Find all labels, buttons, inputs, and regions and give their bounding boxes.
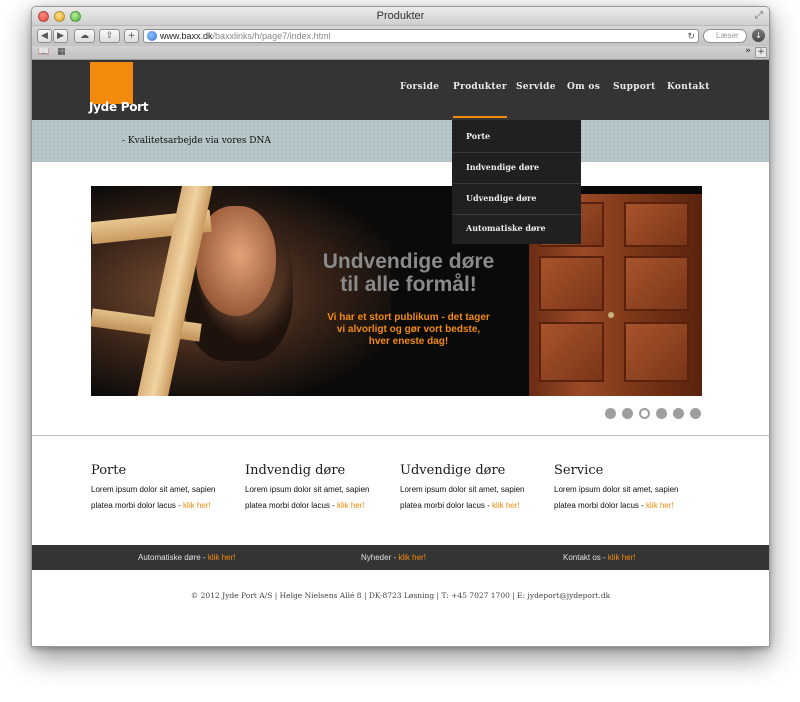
footer-link-nyheder: Nyheder - klik her! (361, 553, 426, 562)
grid-icon[interactable]: ▦ (57, 47, 66, 57)
tagline-band: - Kvalitetsarbejde via vores DNA (32, 120, 769, 162)
nav-servide[interactable]: Servide (516, 82, 556, 92)
column-text: Lorem ipsum dolor sit amet, sapien platea… (245, 482, 395, 514)
new-tab-button[interactable]: + (124, 29, 139, 43)
column-text: Lorem ipsum dolor sit amet, sapien platea… (400, 482, 550, 514)
door-knob (608, 312, 614, 318)
column-title: Service (554, 463, 604, 478)
column-line: platea morbi dolor lacus - (245, 501, 338, 510)
forward-button[interactable]: ▶ (53, 29, 68, 43)
door-panel (539, 256, 604, 311)
share-icon[interactable]: ⇪ (99, 29, 120, 43)
browser-window: Produkter ⤢ ◀ ▶ ☁ ⇪ + www.baxx.dk/baxxli… (31, 6, 770, 647)
section-divider (32, 435, 769, 436)
nav-produkter[interactable]: Produkter (453, 82, 507, 118)
footer-link-automatiske: Automatiske døre - klik her! (138, 553, 235, 562)
window-title: Produkter (376, 10, 425, 22)
tagline: - Kvalitetsarbejde via vores DNA (122, 136, 271, 146)
icloud-icon[interactable]: ☁ (74, 29, 95, 43)
hero-subtext-line: Vi har et stort publikum - det tager (327, 312, 490, 323)
downloads-icon[interactable]: ↓ (752, 29, 765, 42)
klik-her-link[interactable]: klik her! (492, 501, 520, 510)
column-title: Porte (91, 463, 127, 478)
slider-dot-active[interactable] (639, 408, 650, 419)
back-button[interactable]: ◀ (37, 29, 52, 43)
column-line: Lorem ipsum dolor sit amet, sapien (554, 485, 679, 494)
nav-support[interactable]: Support (613, 82, 656, 92)
klik-her-link[interactable]: klik her! (337, 501, 365, 510)
slider-dots (605, 408, 701, 419)
column-line: Lorem ipsum dolor sit amet, sapien (400, 485, 525, 494)
reload-icon[interactable]: ↻ (687, 30, 695, 42)
book-icon[interactable]: 📖 (38, 47, 49, 57)
url-path: /baxxlinks/h/page7/index.html (212, 31, 331, 41)
site-header: Jyde Port Forside Produkter Servide Om o… (32, 60, 769, 120)
column-title: Udvendige døre (400, 463, 506, 478)
klik-her-link[interactable]: klik her! (398, 553, 426, 562)
hero-subtext: Vi har et stort publikum - det tager vi … (296, 312, 521, 348)
reader-button[interactable]: Læser (703, 29, 747, 43)
add-bookmark-button[interactable]: + (755, 47, 767, 58)
feature-column-udvendige: Udvendige døre Lorem ipsum dolor sit ame… (400, 463, 550, 514)
door-panel (539, 322, 604, 382)
klik-her-link[interactable]: klik her! (646, 501, 674, 510)
bookmarks-bar: 📖 ▦ » + (32, 46, 769, 60)
hero-headline-line: Undvendige døre (322, 250, 495, 273)
feature-column-indvendig: Indvendig døre Lorem ipsum dolor sit ame… (245, 463, 395, 514)
hero-headline: Undvendige døre til alle formål! (286, 250, 531, 296)
footer-link-label: Nyheder - (361, 553, 399, 562)
dropdown-item-indvendige[interactable]: Indvendige døre (466, 162, 539, 172)
column-text: Lorem ipsum dolor sit amet, sapien platea… (91, 482, 241, 514)
footer-link-label: Automatiske døre - (138, 553, 208, 562)
dropdown-item-automatiske[interactable]: Automatiske døre (466, 223, 546, 233)
logo-text[interactable]: Jyde Port (89, 100, 148, 114)
door-panel (624, 256, 689, 311)
slider-dot[interactable] (656, 408, 667, 419)
feature-column-service: Service Lorem ipsum dolor sit amet, sapi… (554, 463, 704, 514)
globe-icon (147, 31, 157, 41)
footer-links-bar: Automatiske døre - klik her! Nyheder - k… (32, 545, 769, 570)
dropdown-divider (452, 214, 581, 215)
dropdown-item-udvendige[interactable]: Udvendige døre (466, 193, 536, 203)
feature-column-porte: Porte Lorem ipsum dolor sit amet, sapien… (91, 463, 241, 514)
nav-forside[interactable]: Forside (400, 82, 439, 92)
copyright-text: © 2012 Jyde Port A/S | Helge Nielsens Al… (190, 591, 611, 600)
slider-dot[interactable] (622, 408, 633, 419)
hero-banner[interactable]: Undvendige døre til alle formål! Vi har … (91, 186, 702, 396)
column-text: Lorem ipsum dolor sit amet, sapien platea… (554, 482, 704, 514)
title-bar: Produkter ⤢ (32, 7, 769, 26)
slider-dot[interactable] (673, 408, 684, 419)
address-bar[interactable]: www.baxx.dk/baxxlinks/h/page7/index.html… (143, 29, 699, 43)
footer-link-label: Kontakt os - (563, 553, 608, 562)
hero-subtext-line: vi alvorligt og gør vort bedste, (336, 324, 481, 335)
column-line: Lorem ipsum dolor sit amet, sapien (245, 485, 370, 494)
klik-her-link[interactable]: klik her! (208, 553, 236, 562)
produkter-dropdown: Porte Indvendige døre Udvendige døre Aut… (452, 120, 581, 244)
dropdown-divider (452, 183, 581, 184)
column-line: Lorem ipsum dolor sit amet, sapien (91, 485, 216, 494)
column-line: platea morbi dolor lacus - (554, 501, 647, 510)
slider-dot[interactable] (690, 408, 701, 419)
webpage: Jyde Port Forside Produkter Servide Om o… (32, 60, 769, 646)
dropdown-item-porte[interactable]: Porte (466, 131, 490, 141)
column-line: platea morbi dolor lacus - (91, 501, 184, 510)
nav-om-os[interactable]: Om os (567, 82, 600, 92)
klik-her-link[interactable]: klik her! (608, 553, 636, 562)
slider-dot[interactable] (605, 408, 616, 419)
browser-toolbar: ◀ ▶ ☁ ⇪ + www.baxx.dk/baxxlinks/h/page7/… (32, 26, 769, 46)
overflow-icon[interactable]: » (745, 46, 751, 56)
url-host: www.baxx.dk (160, 31, 213, 41)
fullscreen-icon[interactable]: ⤢ (755, 10, 763, 21)
door-panel (624, 322, 689, 382)
hero-headline-line: til alle formål! (340, 273, 477, 296)
column-title: Indvendig døre (245, 463, 346, 478)
logo-icon[interactable] (90, 62, 133, 104)
door-panel (624, 202, 689, 247)
klik-her-link[interactable]: klik her! (183, 501, 211, 510)
dropdown-divider (452, 152, 581, 153)
column-line: platea morbi dolor lacus - (400, 501, 493, 510)
footer-link-kontakt: Kontakt os - klik her! (563, 553, 635, 562)
nav-kontakt[interactable]: Kontakt (667, 82, 710, 92)
hero-subtext-line: hver eneste dag! (368, 336, 449, 347)
